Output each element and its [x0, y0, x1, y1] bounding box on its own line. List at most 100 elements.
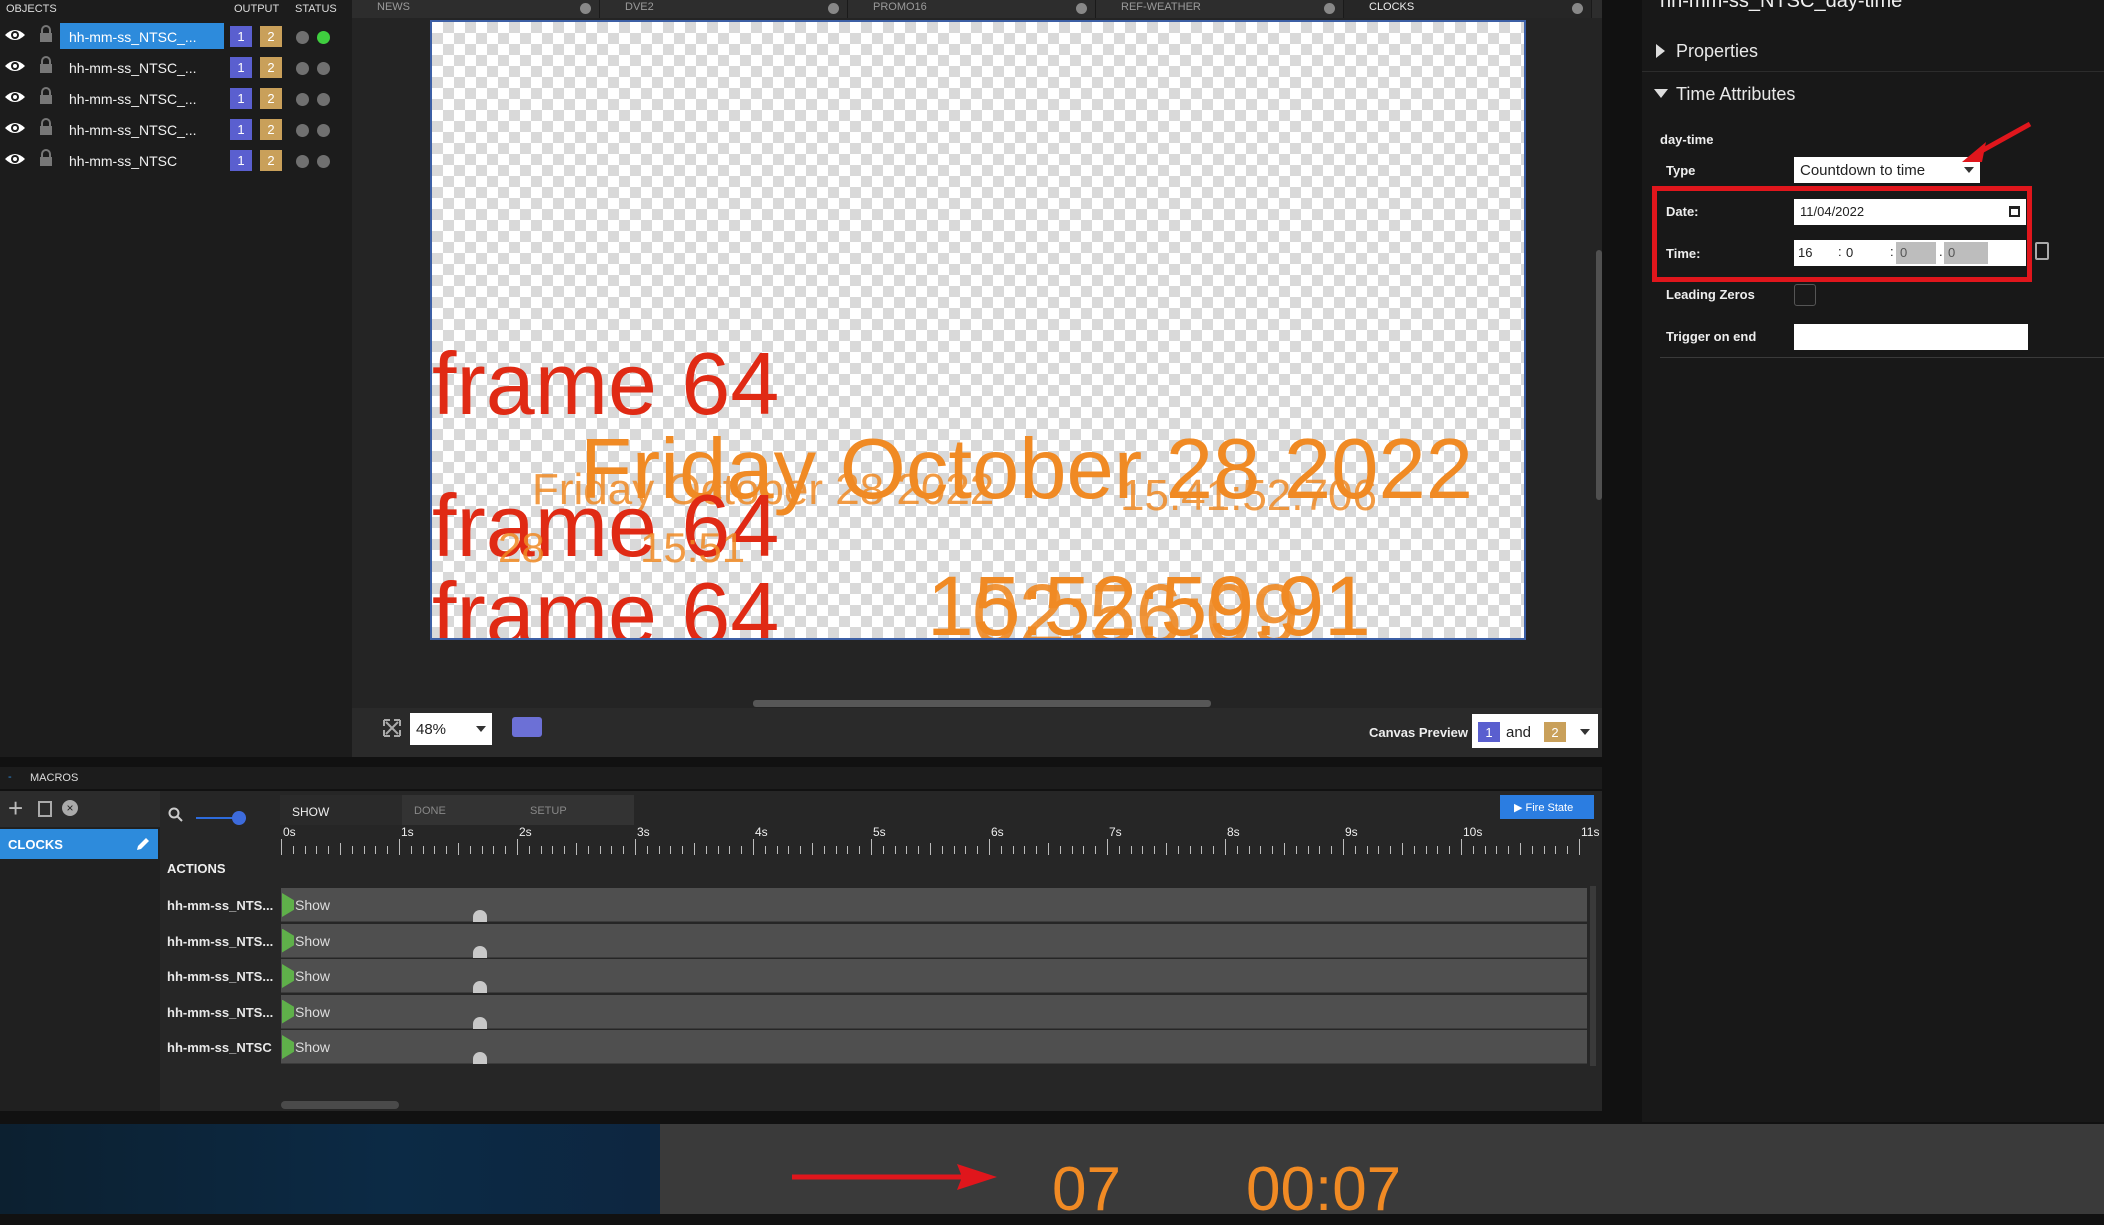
object-row[interactable]: hh-mm-ss_NTSC_... 1 2 [0, 52, 352, 82]
end-handle[interactable] [473, 981, 487, 993]
ruler-tick [422, 846, 424, 854]
ruler-tick [823, 846, 825, 854]
tab-news-label: NEWS [377, 1, 410, 13]
end-handle[interactable] [473, 1052, 487, 1064]
timeline-horizontal-scrollbar[interactable] [281, 1101, 399, 1109]
output-1-badge[interactable]: 1 [230, 150, 252, 171]
timeline-vertical-scrollbar[interactable] [1590, 886, 1596, 1066]
eye-icon[interactable] [4, 89, 26, 105]
ruler-tick [930, 843, 931, 855]
eye-icon[interactable] [4, 27, 26, 43]
ruler-tick [1331, 846, 1333, 854]
canvas-horizontal-scrollbar[interactable] [753, 700, 1211, 707]
preview-mode-icon[interactable] [512, 717, 542, 737]
output-1-badge[interactable]: 1 [230, 119, 252, 140]
lock-icon[interactable] [39, 25, 53, 43]
status-dot [317, 62, 330, 75]
ruler-tick [859, 846, 861, 854]
output-header-label: OUTPUT [234, 3, 280, 15]
output-1-badge[interactable]: 1 [230, 26, 252, 47]
canvas-countdown-b: 02:56:09 [972, 567, 1299, 640]
ruler-label: 9s [1345, 825, 1358, 839]
status-dot [296, 31, 309, 44]
fire-state-button[interactable]: ▶ Fire State [1500, 795, 1594, 819]
tab-state-setup[interactable]: SETUP [518, 795, 634, 825]
tab-dve2[interactable]: DVE2 [600, 0, 848, 18]
duplicate-icon[interactable] [38, 801, 52, 817]
tab-state-done[interactable]: DONE [402, 795, 518, 825]
search-icon[interactable] [168, 807, 184, 823]
trigger-on-end-input[interactable] [1794, 324, 2028, 350]
leading-zeros-checkbox[interactable] [1794, 284, 1816, 306]
zoom-select[interactable]: 48% [410, 713, 492, 745]
zoom-slider-thumb[interactable] [232, 811, 246, 825]
close-icon[interactable] [1076, 3, 1087, 14]
output-1-badge[interactable]: 1 [230, 88, 252, 109]
eye-icon[interactable] [4, 58, 26, 74]
timeline-panel: SHOW DONE SETUP ▶ Fire State 0s 1s 2s 3s 4s 5… [160, 791, 1602, 1111]
tab-clocks[interactable]: CLOCKS [1344, 0, 1592, 18]
tab-state-show[interactable]: SHOW [280, 795, 402, 825]
output-1-badge[interactable]: 1 [230, 57, 252, 78]
object-name: hh-mm-ss_NTSC_... [69, 60, 197, 76]
object-row[interactable]: hh-mm-ss_NTSC_... 1 2 [0, 114, 352, 144]
eye-icon[interactable] [4, 151, 26, 167]
canvas-time-small: 15:41:52.706 [1120, 471, 1377, 520]
lock-icon[interactable] [39, 149, 53, 167]
properties-section-header[interactable]: Properties [1642, 30, 2104, 72]
output-2-badge[interactable]: 2 [260, 119, 282, 140]
ruler-tick [646, 846, 648, 854]
close-icon[interactable] [1324, 3, 1335, 14]
ruler-tick [1225, 839, 1226, 855]
output-2-badge[interactable]: 2 [260, 150, 282, 171]
ruler-tick [1059, 846, 1061, 854]
time-ruler[interactable]: 0s 1s 2s 3s 4s 5s 6s 7s 8s 9s 10s 11s [281, 825, 1599, 855]
ruler-tick [1201, 846, 1203, 854]
fit-screen-icon[interactable] [382, 718, 402, 738]
annotation-arrow-icon [1962, 121, 2032, 162]
add-icon[interactable]: + [8, 795, 23, 821]
properties-panel: hh-mm-ss_NTSC_day-time Properties Time A… [1642, 0, 2104, 1122]
close-icon[interactable] [828, 3, 839, 14]
end-handle[interactable] [473, 910, 487, 922]
lock-icon[interactable] [39, 118, 53, 136]
ruler-tick [375, 846, 377, 854]
database-icon[interactable] [2035, 242, 2049, 260]
close-icon[interactable] [1572, 3, 1583, 14]
ruler-tick [351, 846, 353, 854]
end-handle[interactable] [473, 945, 487, 958]
eye-icon[interactable] [4, 120, 26, 136]
ruler-tick [387, 846, 389, 854]
edit-icon[interactable] [134, 835, 152, 853]
canvas-preview[interactable]: frame 64 Friday October 28 2022 Friday O… [430, 20, 1526, 640]
object-row[interactable]: hh-mm-ss_NTSC_... 1 2 [0, 21, 352, 51]
lock-icon[interactable] [39, 87, 53, 105]
canvas-preview-select[interactable]: 1 and 2 [1472, 714, 1598, 748]
ruler-tick [1378, 846, 1380, 854]
objects-header-label: OBJECTS [6, 3, 57, 15]
ruler-tick [1437, 846, 1439, 854]
collapse-icon[interactable]: - [8, 771, 12, 783]
output-2-badge[interactable]: 2 [260, 26, 282, 47]
canvas-vertical-scrollbar[interactable] [1596, 250, 1602, 500]
preview-output-1: 1 [1478, 722, 1500, 742]
status-dot [296, 93, 309, 106]
close-icon[interactable] [580, 3, 591, 14]
delete-icon[interactable]: × [62, 800, 78, 816]
end-handle[interactable] [473, 1016, 487, 1029]
output-2-badge[interactable]: 2 [260, 57, 282, 78]
macro-item-clocks[interactable]: CLOCKS [0, 829, 158, 859]
object-row[interactable]: hh-mm-ss_NTSC_... 1 2 [0, 83, 352, 113]
tab-ref-weather[interactable]: REF-WEATHER [1096, 0, 1344, 18]
track-label: hh-mm-ss_NTSC [167, 1040, 272, 1055]
ruler-tick [505, 846, 507, 854]
ruler-tick [481, 846, 483, 854]
lock-icon[interactable] [39, 56, 53, 74]
tab-promo16[interactable]: PROMO16 [848, 0, 1096, 18]
macro-item-label: CLOCKS [8, 837, 63, 852]
time-attributes-section-header[interactable]: Time Attributes [1642, 73, 2104, 115]
tab-news[interactable]: NEWS [352, 0, 600, 18]
tab-clocks-label: CLOCKS [1369, 1, 1415, 13]
object-row[interactable]: hh-mm-ss_NTSC 1 2 [0, 145, 352, 175]
output-2-badge[interactable]: 2 [260, 88, 282, 109]
